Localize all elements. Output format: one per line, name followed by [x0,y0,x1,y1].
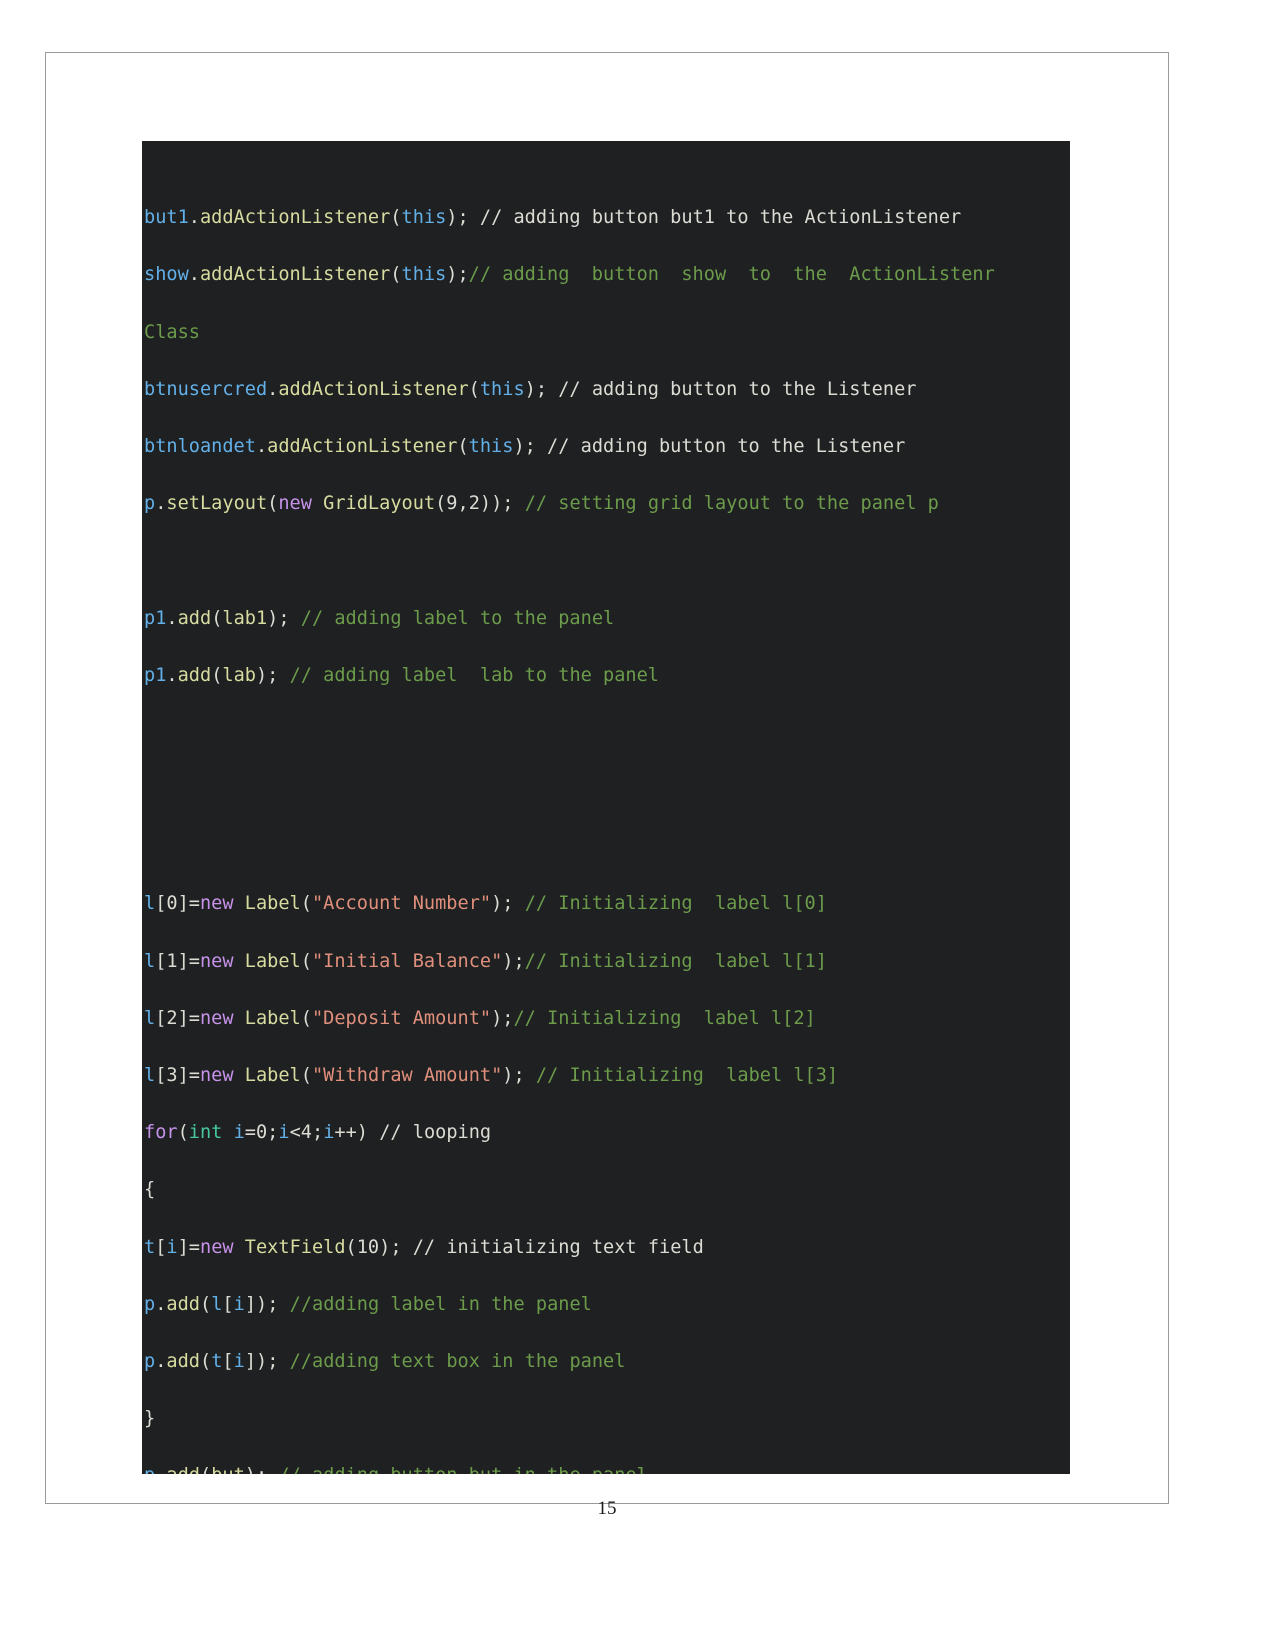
code-screenshot-figure: but1.addActionListener(this); // adding … [142,141,1070,1474]
code-line: l[0]=new Label("Account Number"); // Ini… [144,893,827,915]
code-line: btnusercred.addActionListener(this); // … [144,378,917,400]
code-line: l[3]=new Label("Withdraw Amount"); // In… [144,1065,839,1086]
code-line: } [144,1408,156,1430]
code-line: t[i]=new TextField(10); // initializing … [144,1236,704,1258]
code-line: show.addActionListener(this);// adding b… [144,264,995,286]
code-line: p.add(t[i]); //adding text box in the pa… [144,1350,626,1372]
code-line: Class [144,321,200,343]
code-line: p.add(but); // adding button but in the … [144,1462,1070,1474]
code-listing: but1.addActionListener(this); // adding … [142,141,1070,1474]
code-line: p1.add(lab); // adding label lab to the … [144,664,659,686]
code-line: p.add(l[i]); //adding label in the panel [144,1293,592,1315]
printed-page-sheet: but1.addActionListener(this); // adding … [45,52,1169,1519]
code-line: but1.addActionListener(this); // adding … [144,207,962,229]
code-line: for(int i=0;i<4;i++) // looping [144,1122,492,1144]
code-line: p1.add(lab1); // adding label to the pan… [144,607,615,629]
page-number: 15 [597,1498,617,1519]
code-line: btnloandet.addActionListener(this); // a… [144,435,906,457]
code-line: l[2]=new Label("Deposit Amount");// Init… [144,1007,816,1029]
code-line: p.setLayout(new GridLayout(9,2)); // set… [144,493,939,515]
code-line: { [144,1179,156,1201]
code-line: l[1]=new Label("Initial Balance");// Ini… [144,950,827,972]
